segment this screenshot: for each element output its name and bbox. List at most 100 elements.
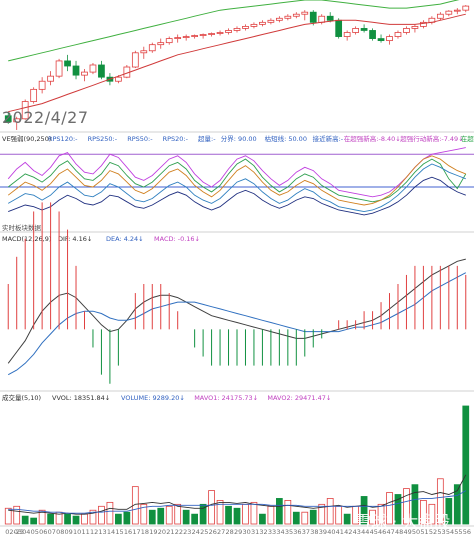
axis-tick-label: 30 <box>242 528 250 536</box>
volume-bar <box>326 498 334 525</box>
volume-bar <box>64 513 71 525</box>
candle-body <box>436 13 444 19</box>
axis-tick-label: 21 <box>166 528 174 536</box>
axis-tick-label: 42 <box>344 528 352 536</box>
candle-body <box>267 19 275 23</box>
candle-body <box>191 35 199 37</box>
rps-legend-item: 在超强新高:-8.40↓ <box>344 134 401 143</box>
volume-bar <box>81 513 88 525</box>
volume-bar <box>148 509 156 525</box>
candle-body <box>98 64 105 78</box>
axis-tick-label: 28 <box>226 528 234 536</box>
candle-body <box>140 50 148 54</box>
volume-bar <box>259 513 266 525</box>
candle-body <box>462 5 470 11</box>
volume-bar <box>72 515 80 525</box>
candle-body <box>394 32 402 37</box>
volume-bar <box>267 505 275 525</box>
candle-body <box>301 11 309 15</box>
axis-tick-label: 11 <box>81 528 89 536</box>
candle-body <box>318 15 326 23</box>
volume-bar <box>157 507 165 525</box>
candle-body <box>259 21 266 25</box>
axis-tick-label: 17 <box>132 528 140 536</box>
stock-chart-screen: VE强弱(90,250) RPS120:- RPS250:- RPS50:- RPS2… <box>0 0 474 538</box>
candle-body <box>352 28 359 33</box>
vol-legend-item: MAVO1: 24175.73↓ <box>194 394 258 402</box>
volume-bar <box>115 513 122 525</box>
candle-body <box>369 30 376 39</box>
axis-tick-label: 35 <box>285 528 293 536</box>
axis-tick-label: 37 <box>302 528 310 536</box>
rps-legend-item: RPS20:- <box>163 135 189 143</box>
candle-body <box>445 10 453 15</box>
macd-legend: DIF: 4.16↓ DEA: 4.24↓ MACD: -0.16↓ <box>58 235 200 243</box>
candle-body <box>275 17 283 21</box>
candle-body <box>131 52 139 68</box>
vol-legend-item: MAVO2: 29471.47↓ <box>267 394 331 402</box>
volume-bar <box>242 503 249 525</box>
axis-tick-label: 16 <box>124 528 132 536</box>
axis-tick-label: 19 <box>149 528 157 536</box>
volume-bar <box>309 509 317 525</box>
volume-bar <box>250 501 258 525</box>
axis-tick-label: 05 <box>31 528 39 536</box>
candle-body <box>174 37 182 39</box>
volume-bar <box>233 507 241 525</box>
axis-tick-label: 26 <box>209 528 217 536</box>
axis-tick-label: 27 <box>217 528 225 536</box>
rps-legend-item: 超强行动新高:-7.49↓ <box>400 134 463 143</box>
candle-body <box>377 38 385 42</box>
axis-tick-label: 33 <box>268 528 276 536</box>
candle-body <box>250 23 258 27</box>
candle-body <box>309 11 317 23</box>
volume-bar <box>275 498 283 525</box>
volume-bar <box>21 515 29 525</box>
rps-legend-item: 超量:- <box>198 134 216 143</box>
rps-legend-item: 接近新高:- <box>313 134 344 143</box>
axis-tick-label: 56 <box>463 528 471 536</box>
candle-body <box>199 34 207 36</box>
volume-bar <box>165 505 173 525</box>
axis-tick-label: 36 <box>293 528 301 536</box>
candle-body <box>411 25 419 29</box>
volume-bar <box>30 517 38 525</box>
vol-legend-item: VOLUME: 9289.20↓ <box>121 394 185 402</box>
macd-legend-item: DIF: 4.16↓ <box>58 235 92 243</box>
candle-body <box>55 60 63 77</box>
rps-legend-item: RPS50:- <box>127 135 153 143</box>
volume-bar <box>174 503 182 525</box>
rps-legend-item: RPS120:- <box>48 135 78 143</box>
candle-body <box>81 71 88 76</box>
rps-legend-item: 枯短线: 50.00 <box>265 134 307 143</box>
candle-body <box>453 9 461 12</box>
macd-legend-item: MACD: -0.16↓ <box>154 235 200 243</box>
rps-legend-item: 在超行动新高:61.26↓ <box>461 134 474 143</box>
rps-panel <box>0 147 474 216</box>
chart-canvas: VE强弱(90,250) RPS120:- RPS250:- RPS50:- RPS2… <box>0 0 474 536</box>
volume-panel-title: 成交量(5,10) <box>2 393 41 402</box>
candle-body <box>47 75 54 82</box>
rps-panel-title: VE强弱(90,250) <box>2 135 51 143</box>
candle-body <box>233 28 241 31</box>
axis-tick-label: 40 <box>327 528 335 536</box>
watermark: 雪球 · 大盘股 <box>355 512 451 531</box>
axis-tick-label: 15 <box>115 528 123 536</box>
volume-bar <box>225 505 232 525</box>
macd-panel <box>7 202 467 384</box>
volume-panel <box>4 405 470 525</box>
axis-tick-label: 06 <box>39 528 47 536</box>
candle-body <box>242 25 249 29</box>
axis-tick-label: 10 <box>73 528 81 536</box>
axis-tick-label: 39 <box>319 528 327 536</box>
axis-tick-label: 24 <box>192 528 200 536</box>
volume-bar <box>462 405 470 525</box>
axis-tick-label: 34 <box>276 528 284 536</box>
macd-legend-item: DEA: 4.24↓ <box>106 235 144 243</box>
rps-legend-item: RPS250:- <box>88 135 118 143</box>
volume-bar <box>191 513 199 525</box>
volume-bar <box>343 513 351 525</box>
candle-body <box>38 80 46 90</box>
vol-legend-item: VVOL: 18351.84↓ <box>52 394 110 402</box>
axis-tick-label: 32 <box>259 528 267 536</box>
